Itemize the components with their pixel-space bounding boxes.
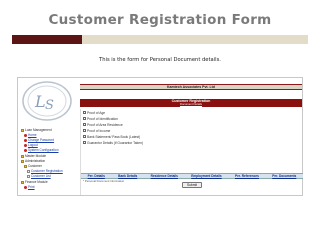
bullet-icon	[24, 148, 27, 152]
sidebar-item-print[interactable]: Print	[24, 185, 35, 189]
tab-bank-details[interactable]: Bank Details	[118, 174, 137, 178]
page-subtitle: Document Details	[179, 102, 203, 106]
document-icon	[27, 174, 30, 178]
slide-subtitle: This is the form for Personal Document d…	[99, 57, 221, 63]
sidebar-item-customer-list[interactable]: Customer List	[27, 174, 51, 178]
company-logo: L S	[19, 79, 77, 125]
bullet-icon	[24, 143, 27, 147]
submit-button[interactable]: Submit	[182, 182, 202, 188]
tab-personal-documents[interactable]: Per. Documents	[272, 174, 296, 178]
title-underline-band	[82, 35, 308, 44]
bullet-icon	[24, 138, 27, 142]
tab-personal-details[interactable]: Per. Details	[88, 174, 105, 178]
document-row[interactable]: Proof of Area Residence	[83, 122, 123, 127]
app-screenshot: L S Kamtech Associates Pvt. Ltd Customer…	[17, 77, 303, 196]
sidebar-nav: Loan Management Home Change Password Log…	[21, 128, 79, 194]
title-underline-accent	[12, 35, 82, 44]
checkbox[interactable]	[83, 117, 86, 120]
document-row[interactable]: Proof of Identification	[83, 116, 118, 121]
sidebar-item-system-configuration[interactable]: System Configuration	[24, 148, 58, 152]
document-row[interactable]: Bank Statement/ Pass Book (Latest)	[83, 134, 140, 139]
checkbox[interactable]	[83, 111, 86, 114]
bullet-icon	[24, 133, 27, 137]
checkbox[interactable]	[83, 129, 86, 132]
sidebar-item-home[interactable]: Home	[24, 133, 37, 137]
document-form: Proof of Age Proof of Identification Pro…	[80, 109, 303, 195]
tab-employment-details[interactable]: Employment Details	[191, 174, 221, 178]
checkbox[interactable]	[83, 141, 86, 144]
company-name-bar: Kamtech Associates Pvt. Ltd	[80, 84, 302, 90]
sidebar-item-change-password[interactable]: Change Password	[24, 138, 54, 142]
tab-residence-details[interactable]: Residence Details	[151, 174, 178, 178]
checkbox[interactable]	[83, 123, 86, 126]
folder-icon	[24, 164, 27, 168]
sidebar-item-customer-registration[interactable]: Customer Registration	[27, 169, 63, 173]
sidebar-item-master-module[interactable]: Master Module	[21, 154, 46, 158]
sidebar-item-logout[interactable]: Logout	[24, 143, 38, 147]
svg-text:S: S	[45, 98, 54, 113]
page-header: Customer Registration Document Details	[80, 99, 302, 107]
sidebar-item-finance-module[interactable]: Finance Module	[21, 180, 48, 184]
folder-icon	[21, 159, 24, 163]
folder-icon	[21, 128, 24, 132]
tab-personal-references[interactable]: Per. References	[235, 174, 259, 178]
document-icon	[27, 169, 30, 173]
sidebar-item-customer[interactable]: Customer	[24, 164, 42, 168]
svg-text:L: L	[34, 92, 46, 111]
sidebar-item-loan-management[interactable]: Loan Management	[21, 128, 52, 132]
checkbox[interactable]	[83, 135, 86, 138]
form-note: * Personal Document Information	[83, 179, 125, 183]
slide-title: Customer Registration Form	[48, 12, 272, 28]
title-underline	[12, 35, 308, 44]
sidebar-item-administration[interactable]: Administration	[21, 159, 45, 163]
document-row[interactable]: Proof of Age	[83, 110, 105, 115]
bullet-icon	[24, 185, 27, 189]
folder-icon	[21, 154, 24, 158]
document-row[interactable]: Proof of Income	[83, 128, 110, 133]
folder-icon	[21, 180, 24, 184]
document-row[interactable]: Guarantor Details (if Guarantor Taken)	[83, 140, 143, 145]
